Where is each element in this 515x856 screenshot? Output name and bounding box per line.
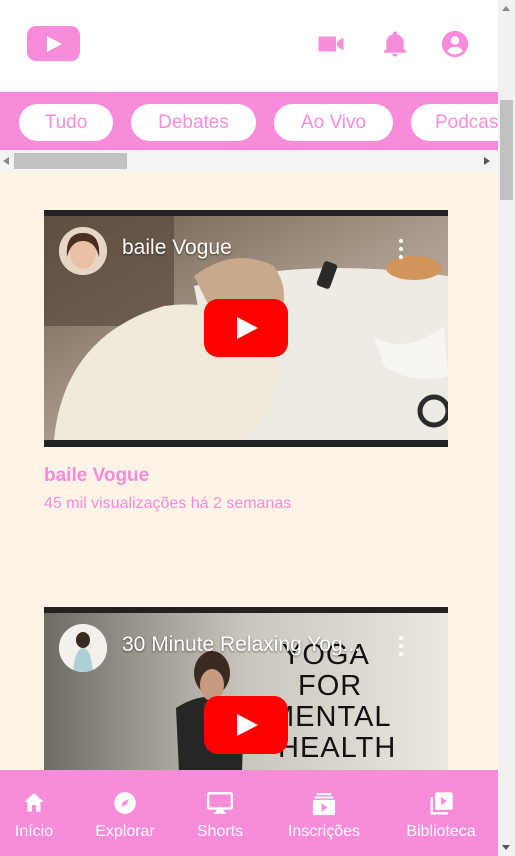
channel-avatar[interactable] bbox=[59, 624, 107, 672]
thumbnail-text-line-3: MENTAL bbox=[270, 701, 392, 733]
video-camera-icon[interactable] bbox=[316, 29, 346, 59]
nav-item-biblioteca[interactable]: Biblioteca bbox=[394, 770, 488, 856]
chips-horizontal-scrollbar[interactable] bbox=[0, 150, 498, 172]
video-stats: 45 mil visualizações há 2 semanas bbox=[44, 495, 292, 512]
play-button[interactable] bbox=[204, 696, 288, 754]
nav-label: Início bbox=[14, 823, 54, 840]
chip-ao-vivo[interactable]: Ao Vivo bbox=[274, 104, 393, 141]
scroll-down-arrow-icon[interactable] bbox=[502, 845, 510, 850]
video-overlay-title: baile Vogue bbox=[122, 236, 232, 259]
subscriptions-icon bbox=[312, 792, 336, 816]
scroll-right-arrow-icon[interactable] bbox=[484, 157, 490, 165]
home-icon bbox=[24, 793, 44, 812]
video-feed: baile Vogue baile Vogue 45 mil visualiza… bbox=[0, 172, 498, 770]
nav-label: Inscrições bbox=[287, 823, 361, 840]
category-chips-bar: Tudo Debates Ao Vivo Podcasts bbox=[0, 92, 498, 150]
video-overlay-title: 30 Minute Relaxing Yog... bbox=[122, 633, 361, 656]
compass-icon bbox=[114, 792, 136, 814]
channel-avatar[interactable] bbox=[59, 227, 107, 275]
bottom-navigation: Início Explorar Shorts Inscrições Biblio… bbox=[0, 770, 498, 856]
play-button[interactable] bbox=[204, 299, 288, 357]
more-options-icon[interactable] bbox=[398, 239, 404, 261]
nav-label: Explorar bbox=[95, 823, 155, 840]
scroll-up-arrow-icon[interactable] bbox=[502, 6, 510, 11]
avatar-image bbox=[59, 227, 107, 275]
thumbnail-text-line-2: FOR bbox=[298, 670, 363, 702]
nav-item-shorts[interactable]: Shorts bbox=[182, 770, 258, 856]
nav-item-explorar[interactable]: Explorar bbox=[84, 770, 166, 856]
scroll-left-arrow-icon[interactable] bbox=[3, 157, 9, 165]
bell-icon[interactable] bbox=[380, 29, 410, 59]
more-options-icon[interactable] bbox=[398, 636, 404, 658]
library-icon bbox=[430, 792, 453, 815]
youtube-logo-icon[interactable] bbox=[27, 26, 80, 61]
nav-label: Biblioteca bbox=[406, 823, 476, 840]
video-card-1-player[interactable]: baile Vogue bbox=[44, 210, 448, 447]
chip-debates[interactable]: Debates bbox=[131, 104, 256, 141]
nav-item-inicio[interactable]: Início bbox=[0, 770, 68, 856]
video-card-2-player[interactable]: YOGA FOR MENTAL HEALTH 30 Minute Relaxin… bbox=[44, 607, 448, 770]
scrollbar-thumb[interactable] bbox=[500, 100, 513, 200]
page-vertical-scrollbar[interactable] bbox=[498, 0, 515, 856]
account-icon[interactable] bbox=[440, 29, 470, 59]
chip-podcasts[interactable]: Podcasts bbox=[411, 104, 498, 141]
scrollbar-thumb[interactable] bbox=[14, 153, 127, 169]
nav-label: Shorts bbox=[196, 823, 244, 840]
app-header bbox=[0, 0, 498, 92]
video-title[interactable]: baile Vogue bbox=[44, 465, 149, 487]
nav-item-inscricoes[interactable]: Inscrições bbox=[276, 770, 372, 856]
thumbnail-text-line-4: HEALTH bbox=[278, 732, 397, 764]
chip-tudo[interactable]: Tudo bbox=[19, 104, 113, 141]
shorts-icon bbox=[206, 792, 234, 814]
avatar-image bbox=[59, 624, 107, 672]
